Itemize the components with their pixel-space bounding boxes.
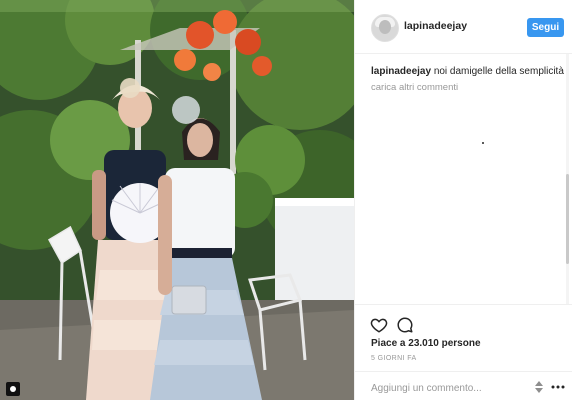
- avatar[interactable]: [371, 14, 399, 42]
- post-timestamp: 5 GIORNI FA: [371, 355, 417, 362]
- comments-scrollbar[interactable]: [566, 54, 569, 304]
- comments-section: lapinadeejay noi damigelle della semplic…: [355, 54, 572, 304]
- comment-icon[interactable]: [395, 315, 415, 335]
- post-actions: Piace a 23.010 persone 5 GIORNI FA: [355, 304, 572, 400]
- user-tag-icon[interactable]: [6, 382, 20, 396]
- post-photo[interactable]: [0, 0, 354, 400]
- likes-count[interactable]: Piace a 23.010 persone: [371, 338, 481, 349]
- photo-scene: [0, 0, 354, 400]
- username-link[interactable]: lapinadeejay: [404, 20, 467, 32]
- caption-text: noi damigelle della semplicità: [433, 66, 564, 77]
- more-options-icon[interactable]: [551, 380, 565, 394]
- post-sidebar: lapinadeejay Segui lapinadeejay noi dami…: [354, 0, 572, 400]
- heart-icon[interactable]: [369, 315, 389, 335]
- comment-input[interactable]: [369, 379, 523, 397]
- load-more-comments-link[interactable]: carica altri commenti: [371, 82, 458, 93]
- loading-dot: [482, 142, 484, 144]
- sort-arrows-icon[interactable]: [533, 380, 545, 394]
- post-caption: lapinadeejay noi damigelle della semplic…: [371, 66, 566, 77]
- comment-bar: [355, 371, 572, 401]
- instagram-post: lapinadeejay Segui lapinadeejay noi dami…: [0, 0, 572, 400]
- post-header: lapinadeejay Segui: [355, 0, 572, 54]
- caption-username[interactable]: lapinadeejay: [371, 66, 431, 77]
- follow-button[interactable]: Segui: [527, 18, 564, 37]
